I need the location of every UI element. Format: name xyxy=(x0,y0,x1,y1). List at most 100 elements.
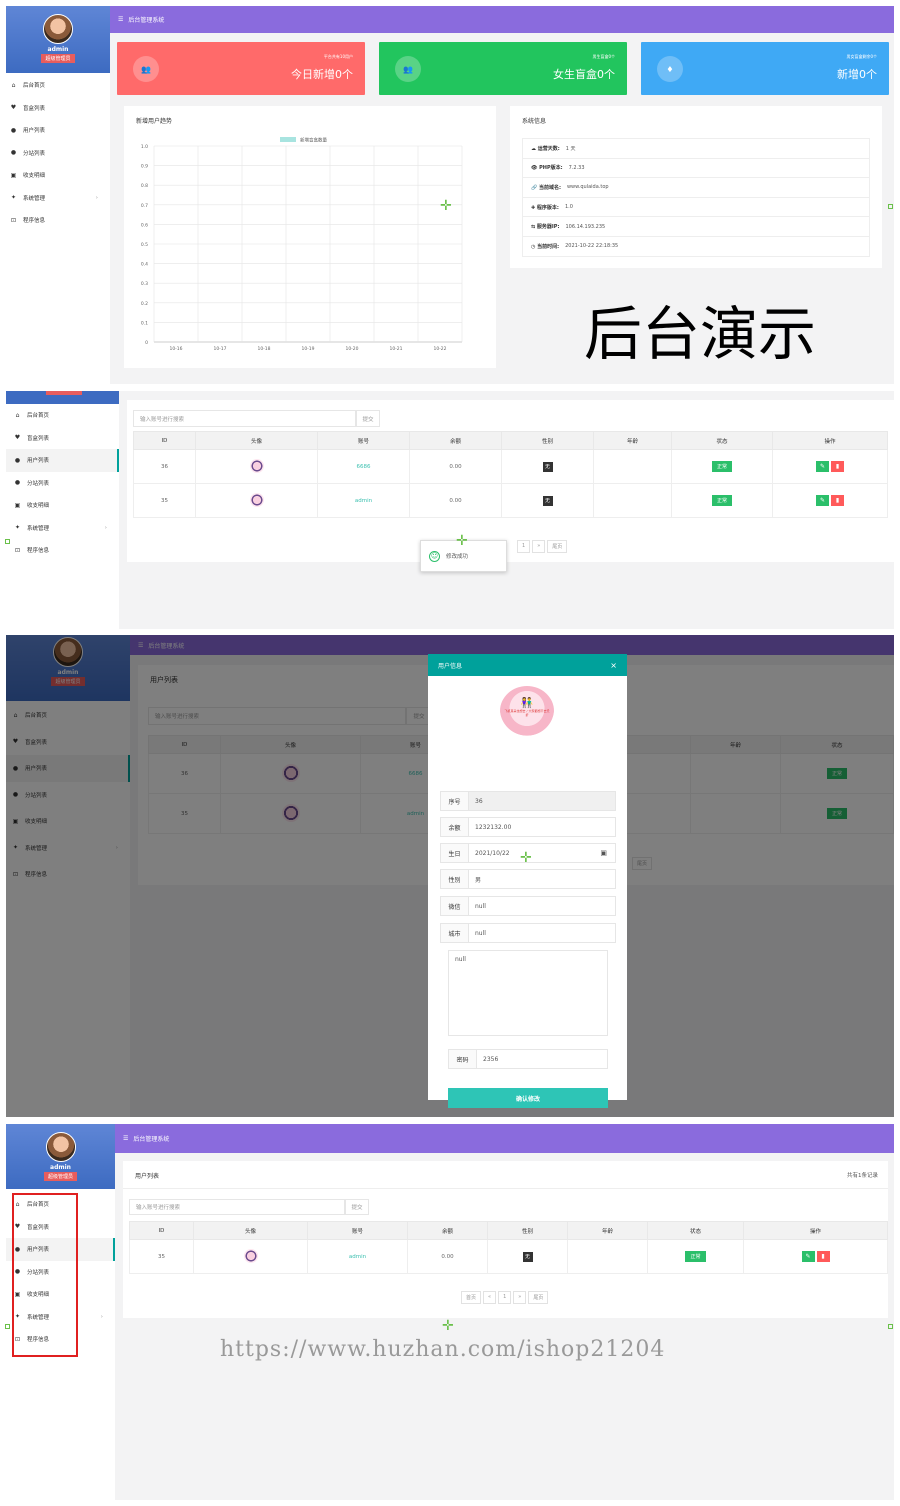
watermark-text: https://www.huzhan.com/ishop21204 xyxy=(220,1337,666,1362)
y-tick-label: 0.7 xyxy=(141,203,148,209)
users-icon: 👥 xyxy=(133,56,159,82)
profile-block: admin 超级管理员 xyxy=(6,1124,115,1189)
user-info-modal: 用户信息 × 👫 飞机耳朵也想去 / 大家都想不去夭折 序号 36 余额 12321… xyxy=(428,654,627,1108)
diamond-icon: ♦ xyxy=(657,56,683,82)
x-tick-label: 10-19 xyxy=(301,346,314,352)
sysinfo-list: ☁ 运营天数: 1 天 👁 PHP版本: 7.2.33 🔗 当前域名: www.qul… xyxy=(522,138,870,257)
sidebar-item-program[interactable]: ⊡程序信息 xyxy=(6,539,119,562)
modal-title: 用户信息 xyxy=(438,662,463,670)
chevron-right-icon: › xyxy=(104,524,107,531)
field-sex[interactable]: 性别男 xyxy=(440,869,616,889)
x-tick-label: 10-16 xyxy=(169,346,182,352)
avatar[interactable] xyxy=(249,458,264,473)
col-avatar: 头像 xyxy=(195,431,318,450)
sidebar-item-substations[interactable]: ●分站列表 xyxy=(6,142,110,165)
search-submit-button[interactable]: 提交 xyxy=(356,410,380,427)
pager-next[interactable]: » xyxy=(532,540,546,553)
col-id: ID xyxy=(133,431,196,450)
menu-toggle-icon[interactable]: ☰ xyxy=(123,1135,128,1142)
terminal-icon: ⊡ xyxy=(10,216,17,224)
search-input[interactable]: 输入账号进行搜索 xyxy=(129,1199,345,1215)
edit-button[interactable]: ✎ xyxy=(801,1251,815,1262)
sidebar-item-substations[interactable]: ●分站列表 xyxy=(6,472,119,495)
x-tick-label: 10-22 xyxy=(433,346,446,352)
users-add-icon: 👥 xyxy=(395,56,421,82)
delete-button[interactable]: ▮ xyxy=(816,1251,830,1262)
field-note-textarea[interactable]: null xyxy=(448,950,608,1036)
pager-page[interactable]: 1 xyxy=(517,540,531,553)
col-sex: 性别 xyxy=(501,431,594,450)
user-role-badge: 超级管理员 xyxy=(41,54,75,63)
sidebar-item-program[interactable]: ⊡程序信息 xyxy=(6,209,110,232)
sysinfo-row: 👁 PHP版本: 7.2.33 xyxy=(523,159,869,179)
pager-prev[interactable]: « xyxy=(483,1291,497,1304)
sidebar-item-home[interactable]: ⌂后台首页 xyxy=(6,404,119,427)
profile-block: admin 超级管理员 xyxy=(6,6,110,73)
confirm-button[interactable]: 确认修改 xyxy=(448,1088,608,1108)
field-balance[interactable]: 余额 1232132.00 xyxy=(440,817,616,837)
avatar[interactable] xyxy=(249,492,264,507)
field-password[interactable]: 密码 2356 xyxy=(448,1049,608,1069)
delete-button[interactable]: ▮ xyxy=(831,461,844,472)
sidebar-item-system[interactable]: ✦系统管理› xyxy=(6,517,119,540)
search-input[interactable]: 输入账号进行搜索 xyxy=(133,410,356,427)
user-icon: ● xyxy=(14,456,21,464)
sysinfo-row: ☁ 运营天数: 1 天 xyxy=(523,139,869,159)
sidebar: ⌂ 后台首页 ♥ 盲盒列表 ● 用户列表 ● 分站列表 ▣ 收支明细 ✦ 系统管理 › ⊡ 程序… xyxy=(6,391,119,629)
pager-last[interactable]: 尾页 xyxy=(528,1291,549,1304)
sidebar-item-finance[interactable]: ▣收支明细 xyxy=(6,164,110,187)
edit-button[interactable]: ✎ xyxy=(816,495,829,506)
pager-page[interactable]: 1 xyxy=(498,1291,512,1304)
sidebar-item-blindbox[interactable]: ♥盲盒列表 xyxy=(6,97,110,120)
user-edit-panel: admin 超级管理员 ⌂后台首页 ♥盲盒列表 ●用户列表 ●分站列表 ▣收支明… xyxy=(6,635,894,1117)
modal-avatar[interactable]: 👫 飞机耳朵也想去 / 大家都想不去夭折 xyxy=(500,686,554,736)
search-submit-button[interactable]: 提交 xyxy=(345,1199,369,1215)
avatar[interactable] xyxy=(45,1132,76,1162)
stat-card-remaining[interactable]: ♦ 男女盲盒剩余0个 新增0个 xyxy=(641,42,889,95)
sidebar-item-blindbox[interactable]: ♥盲盒列表 xyxy=(6,427,119,450)
sysinfo-row: 🔗 当前域名: www.qulaida.top xyxy=(523,178,869,198)
sidebar-item-finance[interactable]: ▣收支明细 xyxy=(6,494,119,517)
menu-toggle-icon[interactable]: ☰ xyxy=(118,16,123,23)
close-icon[interactable]: × xyxy=(610,661,617,670)
sidebar-item-home[interactable]: ⌂后台首页 xyxy=(6,74,110,97)
calendar-icon[interactable]: ▣ xyxy=(600,849,607,857)
pager-last[interactable]: 尾页 xyxy=(547,540,568,553)
field-city[interactable]: 城市 null xyxy=(440,923,616,943)
delete-button[interactable]: ▮ xyxy=(831,495,844,506)
sex-badge: 无 xyxy=(522,1251,533,1262)
legend-swatch xyxy=(280,137,296,142)
pagination: 1 » 尾页 xyxy=(517,540,568,553)
home-icon: ⌂ xyxy=(15,411,20,419)
user-name: admin xyxy=(50,1164,71,1171)
page-title: 用户列表 xyxy=(135,1173,160,1180)
pager-first[interactable]: 首页 xyxy=(461,1291,482,1304)
move-cursor-icon: ✛ xyxy=(456,533,468,549)
chevron-right-icon: › xyxy=(95,194,98,201)
avatar[interactable] xyxy=(243,1248,258,1263)
stat-card-users[interactable]: 👥 平台共有10用户 今日新增0个 xyxy=(117,42,365,95)
col-account: 账号 xyxy=(317,431,410,450)
sidebar-item-users[interactable]: ●用户列表 xyxy=(6,449,119,472)
y-tick-label: 1.0 xyxy=(141,144,148,150)
avatar[interactable] xyxy=(43,14,73,44)
sidebar-item-users[interactable]: ●用户列表 xyxy=(6,119,110,142)
sidebar: admin 超级管理员 ⌂后台首页 ♥盲盒列表 ●用户列表 ●分站列表 ▣收支明… xyxy=(6,6,110,384)
user-icon: ● xyxy=(10,149,17,157)
move-cursor-icon: ✛ xyxy=(440,198,452,214)
sidebar-item-system[interactable]: ✦系统管理› xyxy=(6,187,110,210)
sex-badge: 无 xyxy=(542,495,553,506)
move-cursor-icon: ✛ xyxy=(520,850,532,866)
trend-chart: 0 0.1 0.2 0.3 0.4 0.5 0.6 0.7 0.8 0.9 1.0 10-16 10-1… xyxy=(141,137,463,352)
field-wechat[interactable]: 微信 null xyxy=(440,896,616,916)
heart-icon: ♥ xyxy=(14,434,21,442)
terminal-icon: ⊡ xyxy=(14,546,21,554)
heart-icon: ♥ xyxy=(10,104,17,112)
table-row: 35 admin 0.00 无 正常 ✎ ▮ xyxy=(133,483,888,518)
user-list-filtered-panel: admin 超级管理员 ⌂ 后台首页 ♥ 盲盒列表 ● 用户列表 ● 分站列表 ▣ 收支明… xyxy=(6,1124,894,1500)
stat-card-boxes[interactable]: 👥 男生盲盒0个 女生盲盒0个 xyxy=(379,42,627,95)
pager-next[interactable]: » xyxy=(513,1291,527,1304)
demo-label: 后台演示 xyxy=(584,300,817,368)
edit-button[interactable]: ✎ xyxy=(816,461,829,472)
field-id[interactable]: 序号 36 xyxy=(440,791,616,811)
